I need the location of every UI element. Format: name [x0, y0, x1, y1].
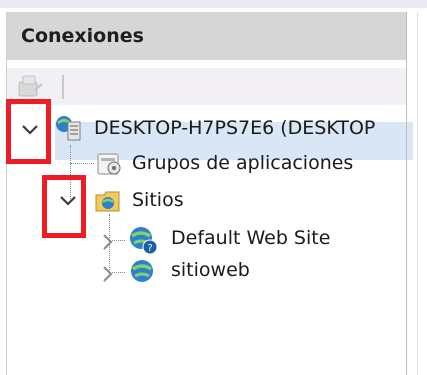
- annotation-highlight-server-chevron: [6, 99, 51, 164]
- tree-connector: [70, 163, 94, 164]
- sites-folder-icon: [93, 186, 123, 216]
- iis-connections-screen: Conexiones DESKTOP-H7PS7E6 (DESKTOP Grup…: [0, 0, 427, 375]
- tree-node-sites[interactable]: Sitios: [132, 189, 184, 211]
- annotation-highlight-sites-chevron: [42, 175, 86, 238]
- website-globe-icon: ?: [128, 225, 158, 255]
- application-pools-icon: [94, 148, 124, 178]
- connections-toolbar: [7, 68, 407, 105]
- panel-title: Conexiones: [21, 25, 144, 47]
- tree-node-server[interactable]: DESKTOP-H7PS7E6 (DESKTOP: [94, 117, 375, 139]
- tree-node-app-pools[interactable]: Grupos de aplicaciones: [132, 152, 353, 174]
- connect-icon[interactable]: [15, 72, 45, 100]
- website-globe-icon: [128, 257, 158, 287]
- svg-text:?: ?: [147, 243, 152, 254]
- toolbar-separator: [62, 75, 64, 99]
- panel-header: Conexiones: [7, 12, 407, 60]
- panel-divider: [406, 12, 407, 375]
- sitioweb-expand-chevron-icon[interactable]: [97, 264, 117, 284]
- panel-divider-shadow: [417, 12, 418, 375]
- server-icon: [54, 114, 84, 144]
- tree-node-default-web-site[interactable]: Default Web Site: [171, 227, 330, 249]
- default-site-expand-chevron-icon[interactable]: [97, 232, 117, 252]
- top-strip: [0, 0, 427, 8]
- tree-node-sitioweb[interactable]: sitioweb: [171, 259, 250, 281]
